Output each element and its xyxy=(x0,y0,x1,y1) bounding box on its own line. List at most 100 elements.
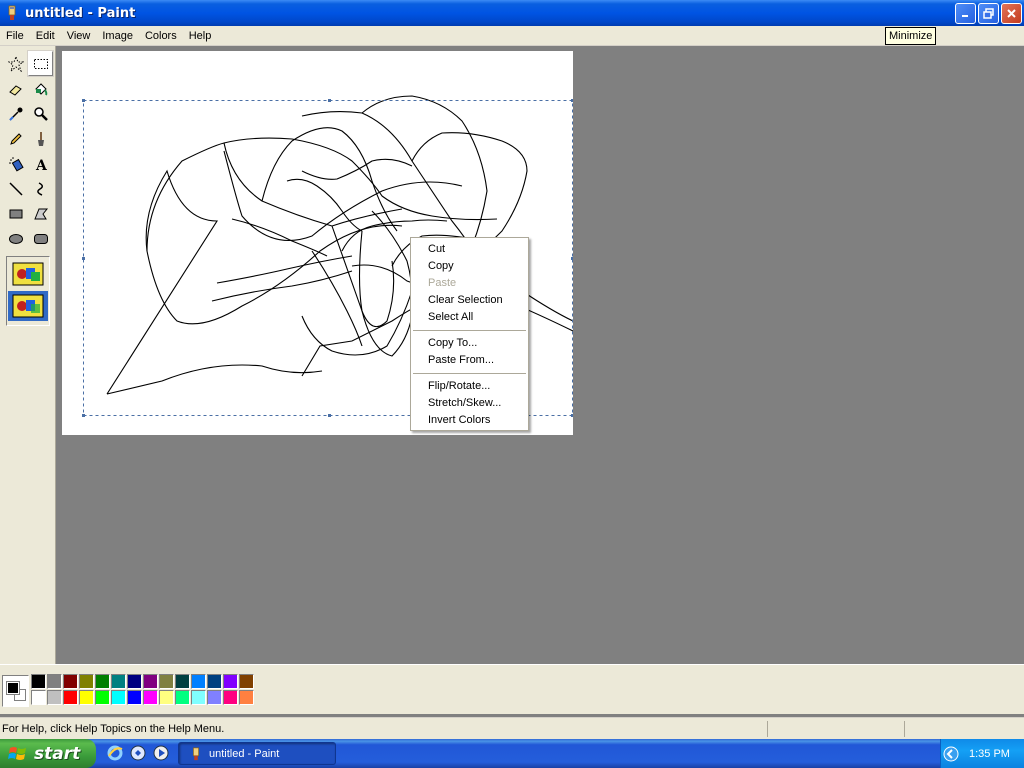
color-swatch[interactable] xyxy=(79,674,94,689)
pencil-tool[interactable] xyxy=(3,126,28,151)
magnifier-tool[interactable] xyxy=(28,101,53,126)
minimize-button[interactable] xyxy=(955,3,976,24)
eyedropper-icon xyxy=(8,107,22,121)
color-swatch[interactable] xyxy=(223,674,238,689)
show-desktop-icon[interactable] xyxy=(129,744,147,762)
eraser-tool[interactable] xyxy=(3,76,28,101)
menu-file[interactable]: File xyxy=(0,27,30,45)
close-icon xyxy=(1007,9,1016,18)
color-swatch[interactable] xyxy=(175,690,190,705)
windows-logo-icon xyxy=(8,746,26,760)
close-button[interactable] xyxy=(1001,3,1022,24)
curve-tool[interactable] xyxy=(28,176,53,201)
tool-options-panel xyxy=(6,256,50,326)
transparent-option[interactable] xyxy=(8,291,48,321)
polygon-tool[interactable] xyxy=(28,201,53,226)
current-colors[interactable] xyxy=(2,675,29,707)
paint-bucket-icon xyxy=(34,82,47,95)
minimize-tooltip: Minimize xyxy=(885,27,937,45)
ellipse-tool[interactable] xyxy=(3,226,28,251)
color-swatch[interactable] xyxy=(239,674,254,689)
ctx-paste: Paste xyxy=(428,277,457,289)
text-tool[interactable]: A xyxy=(28,151,53,176)
color-swatch[interactable] xyxy=(143,674,158,689)
rectangle-tool[interactable] xyxy=(3,201,28,226)
menu-help[interactable]: Help xyxy=(183,27,218,45)
opaque-option[interactable] xyxy=(8,259,48,289)
status-coordinates xyxy=(767,720,904,737)
color-swatch[interactable] xyxy=(207,690,222,705)
color-swatches xyxy=(31,674,254,705)
color-swatch[interactable] xyxy=(31,674,46,689)
menu-edit[interactable]: Edit xyxy=(30,27,61,45)
airbrush-tool[interactable] xyxy=(3,151,28,176)
rect-select-icon xyxy=(33,58,48,69)
menu-separator xyxy=(413,330,526,331)
rounded-rectangle-icon xyxy=(33,233,48,244)
menu-separator xyxy=(413,373,526,374)
menu-colors[interactable]: Colors xyxy=(139,27,183,45)
color-swatch[interactable] xyxy=(79,690,94,705)
magnifier-icon xyxy=(33,106,48,121)
color-swatch[interactable] xyxy=(239,690,254,705)
title-bar[interactable]: untitled - Paint xyxy=(0,0,1024,26)
color-swatch[interactable] xyxy=(47,690,62,705)
color-swatch[interactable] xyxy=(95,690,110,705)
ctx-paste-from[interactable]: Paste From... xyxy=(411,352,528,369)
opaque-shapes-icon xyxy=(12,262,44,286)
rectangle-icon xyxy=(9,209,22,218)
taskbar-paint-button[interactable]: untitled - Paint xyxy=(178,742,336,765)
system-tray: 1:35 PM xyxy=(940,739,1024,768)
ctx-stretch-skew[interactable]: Stretch/Skew... xyxy=(411,395,528,412)
ctx-cut[interactable]: Cut xyxy=(411,241,528,258)
color-swatch[interactable] xyxy=(159,674,174,689)
color-swatch[interactable] xyxy=(191,674,206,689)
select-tool[interactable] xyxy=(27,50,54,77)
color-swatch[interactable] xyxy=(223,690,238,705)
color-swatch[interactable] xyxy=(207,674,222,689)
pencil-icon xyxy=(9,132,22,145)
menu-bar: File Edit View Image Colors Help xyxy=(0,26,1024,46)
media-player-icon[interactable] xyxy=(152,744,170,762)
color-swatch[interactable] xyxy=(63,690,78,705)
ctx-invert-colors[interactable]: Invert Colors xyxy=(411,412,528,429)
internet-explorer-icon[interactable] xyxy=(106,744,124,762)
color-swatch[interactable] xyxy=(143,690,158,705)
start-button[interactable]: start xyxy=(0,739,96,768)
taskbar-paint-label: untitled - Paint xyxy=(209,747,280,760)
color-swatch[interactable] xyxy=(47,674,62,689)
tray-expand-icon[interactable] xyxy=(943,746,959,762)
menu-view[interactable]: View xyxy=(61,27,97,45)
fill-tool[interactable] xyxy=(28,76,53,101)
color-swatch[interactable] xyxy=(127,674,142,689)
color-swatch[interactable] xyxy=(111,674,126,689)
color-swatch[interactable] xyxy=(175,674,190,689)
rounded-rectangle-tool[interactable] xyxy=(28,226,53,251)
pick-color-tool[interactable] xyxy=(3,101,28,126)
color-swatch[interactable] xyxy=(31,690,46,705)
color-swatch[interactable] xyxy=(159,690,174,705)
maximize-button[interactable] xyxy=(978,3,999,24)
eraser-icon xyxy=(8,84,22,96)
ctx-clear-selection[interactable]: Clear Selection xyxy=(411,292,528,309)
restore-icon xyxy=(983,8,994,19)
line-tool[interactable] xyxy=(3,176,28,201)
ctx-copy[interactable]: Copy xyxy=(411,258,528,275)
ctx-flip-rotate[interactable]: Flip/Rotate... xyxy=(411,378,528,395)
brush-tool[interactable] xyxy=(28,126,53,151)
color-swatch[interactable] xyxy=(95,674,110,689)
start-label: start xyxy=(34,743,81,764)
ctx-select-all[interactable]: Select All xyxy=(411,309,528,326)
minimize-icon xyxy=(962,15,968,17)
text-a-icon: A xyxy=(35,158,48,172)
context-menu: Cut Copy Paste Clear Selection Select Al… xyxy=(410,237,529,431)
color-swatch[interactable] xyxy=(127,690,142,705)
toolbox: A xyxy=(0,46,56,664)
paint-app-icon xyxy=(8,5,16,20)
menu-image[interactable]: Image xyxy=(96,27,139,45)
ctx-copy-to[interactable]: Copy To... xyxy=(411,335,528,352)
free-form-select-tool[interactable] xyxy=(3,51,28,76)
color-swatch[interactable] xyxy=(111,690,126,705)
color-swatch[interactable] xyxy=(63,674,78,689)
color-swatch[interactable] xyxy=(191,690,206,705)
